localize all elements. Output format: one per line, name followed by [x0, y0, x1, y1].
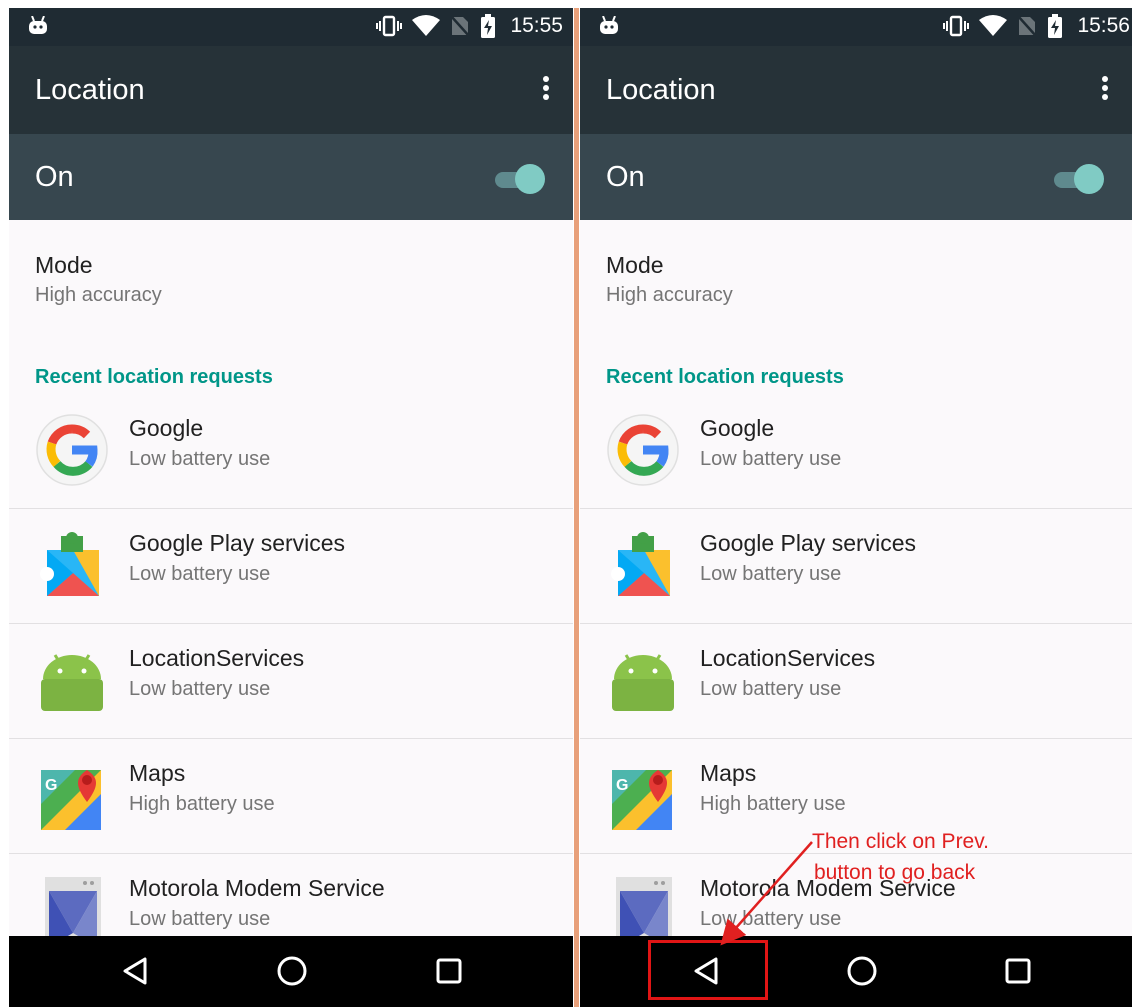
app-name: Google Play services	[700, 530, 917, 556]
status-time: 15:55	[510, 14, 563, 37]
list-item-google-play-services[interactable]: Google Play services Low battery use	[9, 508, 573, 624]
phone-screen-before: 15:55 Location On Mode High accuracy Rec…	[9, 8, 573, 1007]
home-icon[interactable]	[842, 951, 882, 991]
app-usage: Low battery use	[700, 908, 842, 930]
recents-icon[interactable]	[998, 951, 1038, 991]
app-name: Maps	[129, 760, 186, 786]
vibrate-icon	[943, 15, 970, 37]
mode-setting[interactable]: Mode High accuracy	[580, 236, 1132, 316]
more-options-icon[interactable]	[1100, 76, 1110, 104]
location-toggle[interactable]	[495, 164, 545, 194]
app-usage: Low battery use	[700, 448, 842, 470]
status-time: 15:56	[1077, 14, 1130, 37]
google-icon	[607, 414, 679, 486]
app-usage: Low battery use	[129, 448, 271, 470]
location-toggle[interactable]	[1054, 164, 1104, 194]
app-name: Maps	[700, 760, 757, 786]
app-usage: Low battery use	[129, 908, 271, 930]
android-notification-icon	[600, 16, 618, 34]
play-services-icon	[40, 532, 99, 596]
location-master-switch[interactable]: On	[580, 134, 1132, 220]
mode-title: Mode	[606, 252, 664, 278]
navigation-bar	[9, 936, 573, 1007]
section-header: Recent location requests	[606, 366, 844, 388]
screenshot-divider	[574, 8, 579, 1007]
battery-charging-icon	[481, 14, 496, 38]
battery-charging-icon	[1048, 14, 1063, 38]
list-item-locationservices[interactable]: LocationServices Low battery use	[580, 623, 1132, 739]
app-name: LocationServices	[129, 645, 305, 671]
app-bar: Location	[580, 46, 1132, 134]
annotation-text: Then click on Prev. button to go back	[812, 826, 989, 888]
app-usage: Low battery use	[129, 678, 271, 700]
google-icon	[36, 414, 108, 486]
location-master-switch[interactable]: On	[9, 134, 573, 220]
back-icon[interactable]	[115, 951, 155, 991]
no-sim-icon	[450, 15, 471, 37]
more-options-icon[interactable]	[541, 76, 551, 104]
wifi-icon	[979, 15, 1008, 36]
app-name: Google Play services	[129, 530, 346, 556]
page-title: Location	[35, 74, 145, 106]
switch-label: On	[35, 161, 74, 193]
switch-label: On	[606, 161, 645, 193]
app-usage: High battery use	[129, 793, 275, 815]
mode-setting[interactable]: Mode High accuracy	[9, 236, 573, 316]
app-usage: Low battery use	[700, 563, 842, 585]
maps-icon: G	[41, 770, 101, 830]
page-title: Location	[606, 74, 716, 106]
recents-icon[interactable]	[429, 951, 469, 991]
app-name: Motorola Modem Service	[129, 875, 385, 901]
app-usage: Low battery use	[700, 678, 842, 700]
list-item-locationservices[interactable]: LocationServices Low battery use	[9, 623, 573, 739]
app-usage: High battery use	[700, 793, 846, 815]
app-name: LocationServices	[700, 645, 876, 671]
maps-icon: G	[612, 770, 672, 830]
app-usage: Low battery use	[129, 563, 271, 585]
mode-value: High accuracy	[35, 284, 162, 306]
app-name: Google	[700, 415, 775, 441]
annotation-line-1: Then click on Prev.	[812, 830, 990, 853]
vibrate-icon	[376, 15, 403, 37]
mode-value: High accuracy	[606, 284, 733, 306]
list-item-google[interactable]: Google Low battery use	[9, 393, 573, 509]
android-icon	[612, 654, 674, 711]
android-notification-icon	[29, 16, 47, 34]
section-header: Recent location requests	[35, 366, 273, 388]
list-item-maps[interactable]: G Maps High battery use	[9, 738, 573, 854]
mode-title: Mode	[35, 252, 93, 278]
back-button-highlight	[648, 940, 768, 1000]
list-item-google[interactable]: Google Low battery use	[580, 393, 1132, 509]
status-bar: 15:56	[580, 8, 1132, 46]
app-name: Google	[129, 415, 204, 441]
home-icon[interactable]	[272, 951, 312, 991]
app-bar: Location	[9, 46, 573, 134]
svg-text:G: G	[45, 777, 57, 794]
wifi-icon	[412, 15, 441, 36]
annotation-line-2: button to go back	[814, 861, 976, 884]
no-sim-icon	[1017, 15, 1038, 37]
android-icon	[41, 654, 103, 711]
status-bar: 15:55	[9, 8, 573, 46]
svg-text:G: G	[616, 777, 628, 794]
list-item-google-play-services[interactable]: Google Play services Low battery use	[580, 508, 1132, 624]
play-services-icon	[611, 532, 670, 596]
